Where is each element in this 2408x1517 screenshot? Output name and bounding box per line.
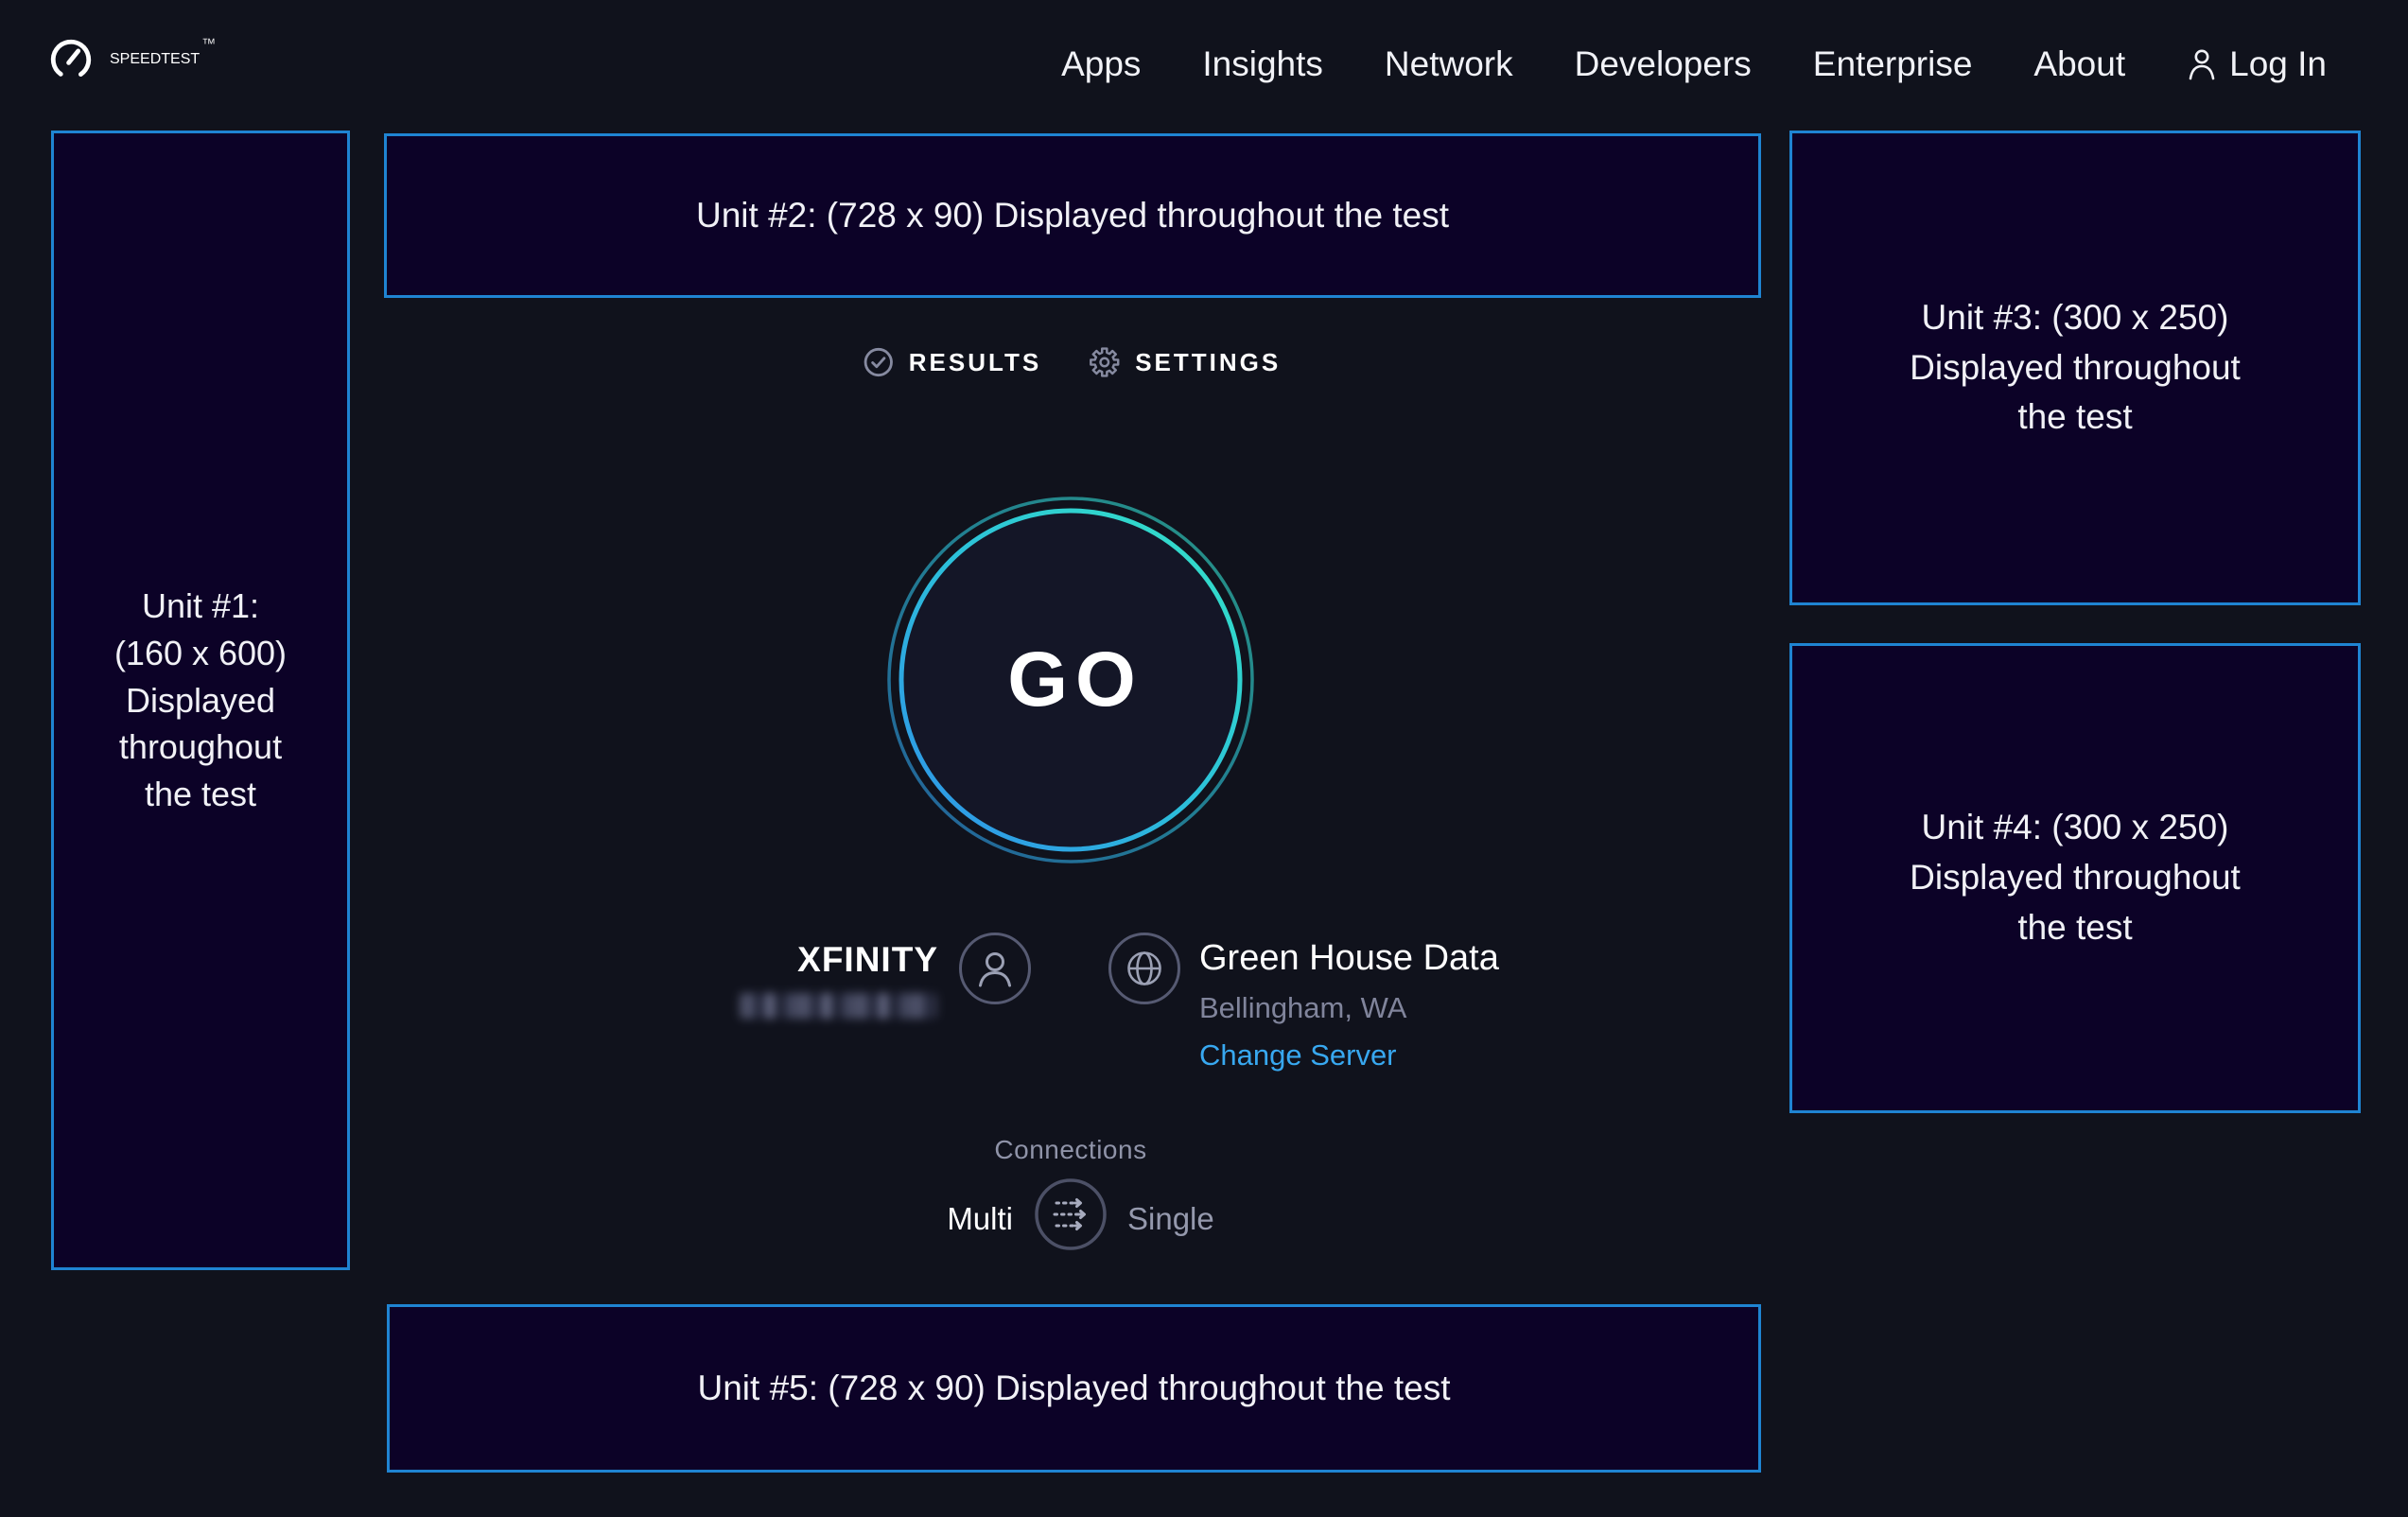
gear-icon (1089, 346, 1121, 378)
ad-text-line: Unit #1: (142, 583, 259, 630)
go-label: GO (886, 496, 1255, 864)
isp-user-circle-icon (958, 932, 1032, 1010)
nav-item-network[interactable]: Network (1385, 44, 1513, 84)
ad-text-line: Displayed (126, 677, 275, 724)
nav-item-insights[interactable]: Insights (1202, 44, 1323, 84)
connection-mode-multi[interactable]: Multi (851, 1201, 1013, 1237)
speedtest-logo[interactable]: SPEEDTEST™ (47, 36, 214, 83)
view-tabs: RESULTS SETTINGS (863, 346, 1281, 378)
ad-text-line: Unit #3: (300 x 250) (1922, 293, 2229, 343)
multi-connections-icon (1034, 1177, 1108, 1251)
check-circle-icon (863, 346, 895, 378)
connections-label: Connections (994, 1135, 1146, 1165)
isp-name: XFINITY (700, 940, 938, 980)
go-button[interactable]: GO (886, 496, 1255, 864)
speedometer-icon (47, 36, 95, 83)
ad-text-line: Displayed throughout (1910, 343, 2241, 393)
tab-settings-label: SETTINGS (1135, 348, 1281, 377)
tab-settings[interactable]: SETTINGS (1089, 346, 1281, 378)
ad-text: Unit #2: (728 x 90) Displayed throughout… (696, 196, 1449, 235)
ad-text: Unit #5: (728 x 90) Displayed throughout… (698, 1369, 1451, 1408)
nav-item-enterprise[interactable]: Enterprise (1813, 44, 1973, 84)
ip-address-redacted (740, 993, 936, 1019)
ad-text-line: (160 x 600) (114, 630, 287, 677)
ad-text-line: Displayed throughout (1910, 853, 2241, 903)
ad-text-line: the test (2017, 903, 2132, 953)
nav-item-apps[interactable]: Apps (1061, 44, 1141, 84)
tab-results[interactable]: RESULTS (863, 346, 1041, 378)
trademark-mark: ™ (201, 36, 216, 52)
ad-unit-4: Unit #4: (300 x 250) Displayed throughou… (1789, 643, 2361, 1113)
globe-icon (1108, 932, 1181, 1010)
tab-results-label: RESULTS (909, 348, 1041, 377)
connections-toggle[interactable] (1034, 1177, 1108, 1251)
ad-text-line: throughout (119, 724, 282, 771)
ad-text-line: the test (2017, 392, 2132, 443)
nav-item-about[interactable]: About (2033, 44, 2125, 84)
ad-text-line: Unit #4: (300 x 250) (1922, 803, 2229, 853)
server-name: Green House Data (1199, 938, 1499, 979)
server-location: Bellingham, WA (1199, 991, 1406, 1025)
ad-text-line: the test (145, 771, 256, 818)
logo-text: SPEEDTEST™ (110, 51, 214, 68)
connection-mode-single[interactable]: Single (1127, 1201, 1214, 1237)
login-label: Log In (2229, 44, 2327, 84)
ad-unit-3: Unit #3: (300 x 250) Displayed throughou… (1789, 131, 2361, 605)
ad-unit-5: Unit #5: (728 x 90) Displayed throughout… (387, 1304, 1761, 1473)
nav-menu: Apps Insights Network Developers Enterpr… (1061, 0, 2327, 129)
ad-unit-2: Unit #2: (728 x 90) Displayed throughout… (384, 133, 1761, 298)
user-icon (2187, 47, 2217, 81)
ad-unit-1: Unit #1: (160 x 600) Displayed throughou… (51, 131, 350, 1270)
speedtest-page: SPEEDTEST™ Apps Insights Network Develop… (0, 0, 2408, 1517)
change-server-link[interactable]: Change Server (1199, 1038, 1397, 1072)
nav-item-developers[interactable]: Developers (1575, 44, 1752, 84)
login-button[interactable]: Log In (2187, 44, 2327, 84)
